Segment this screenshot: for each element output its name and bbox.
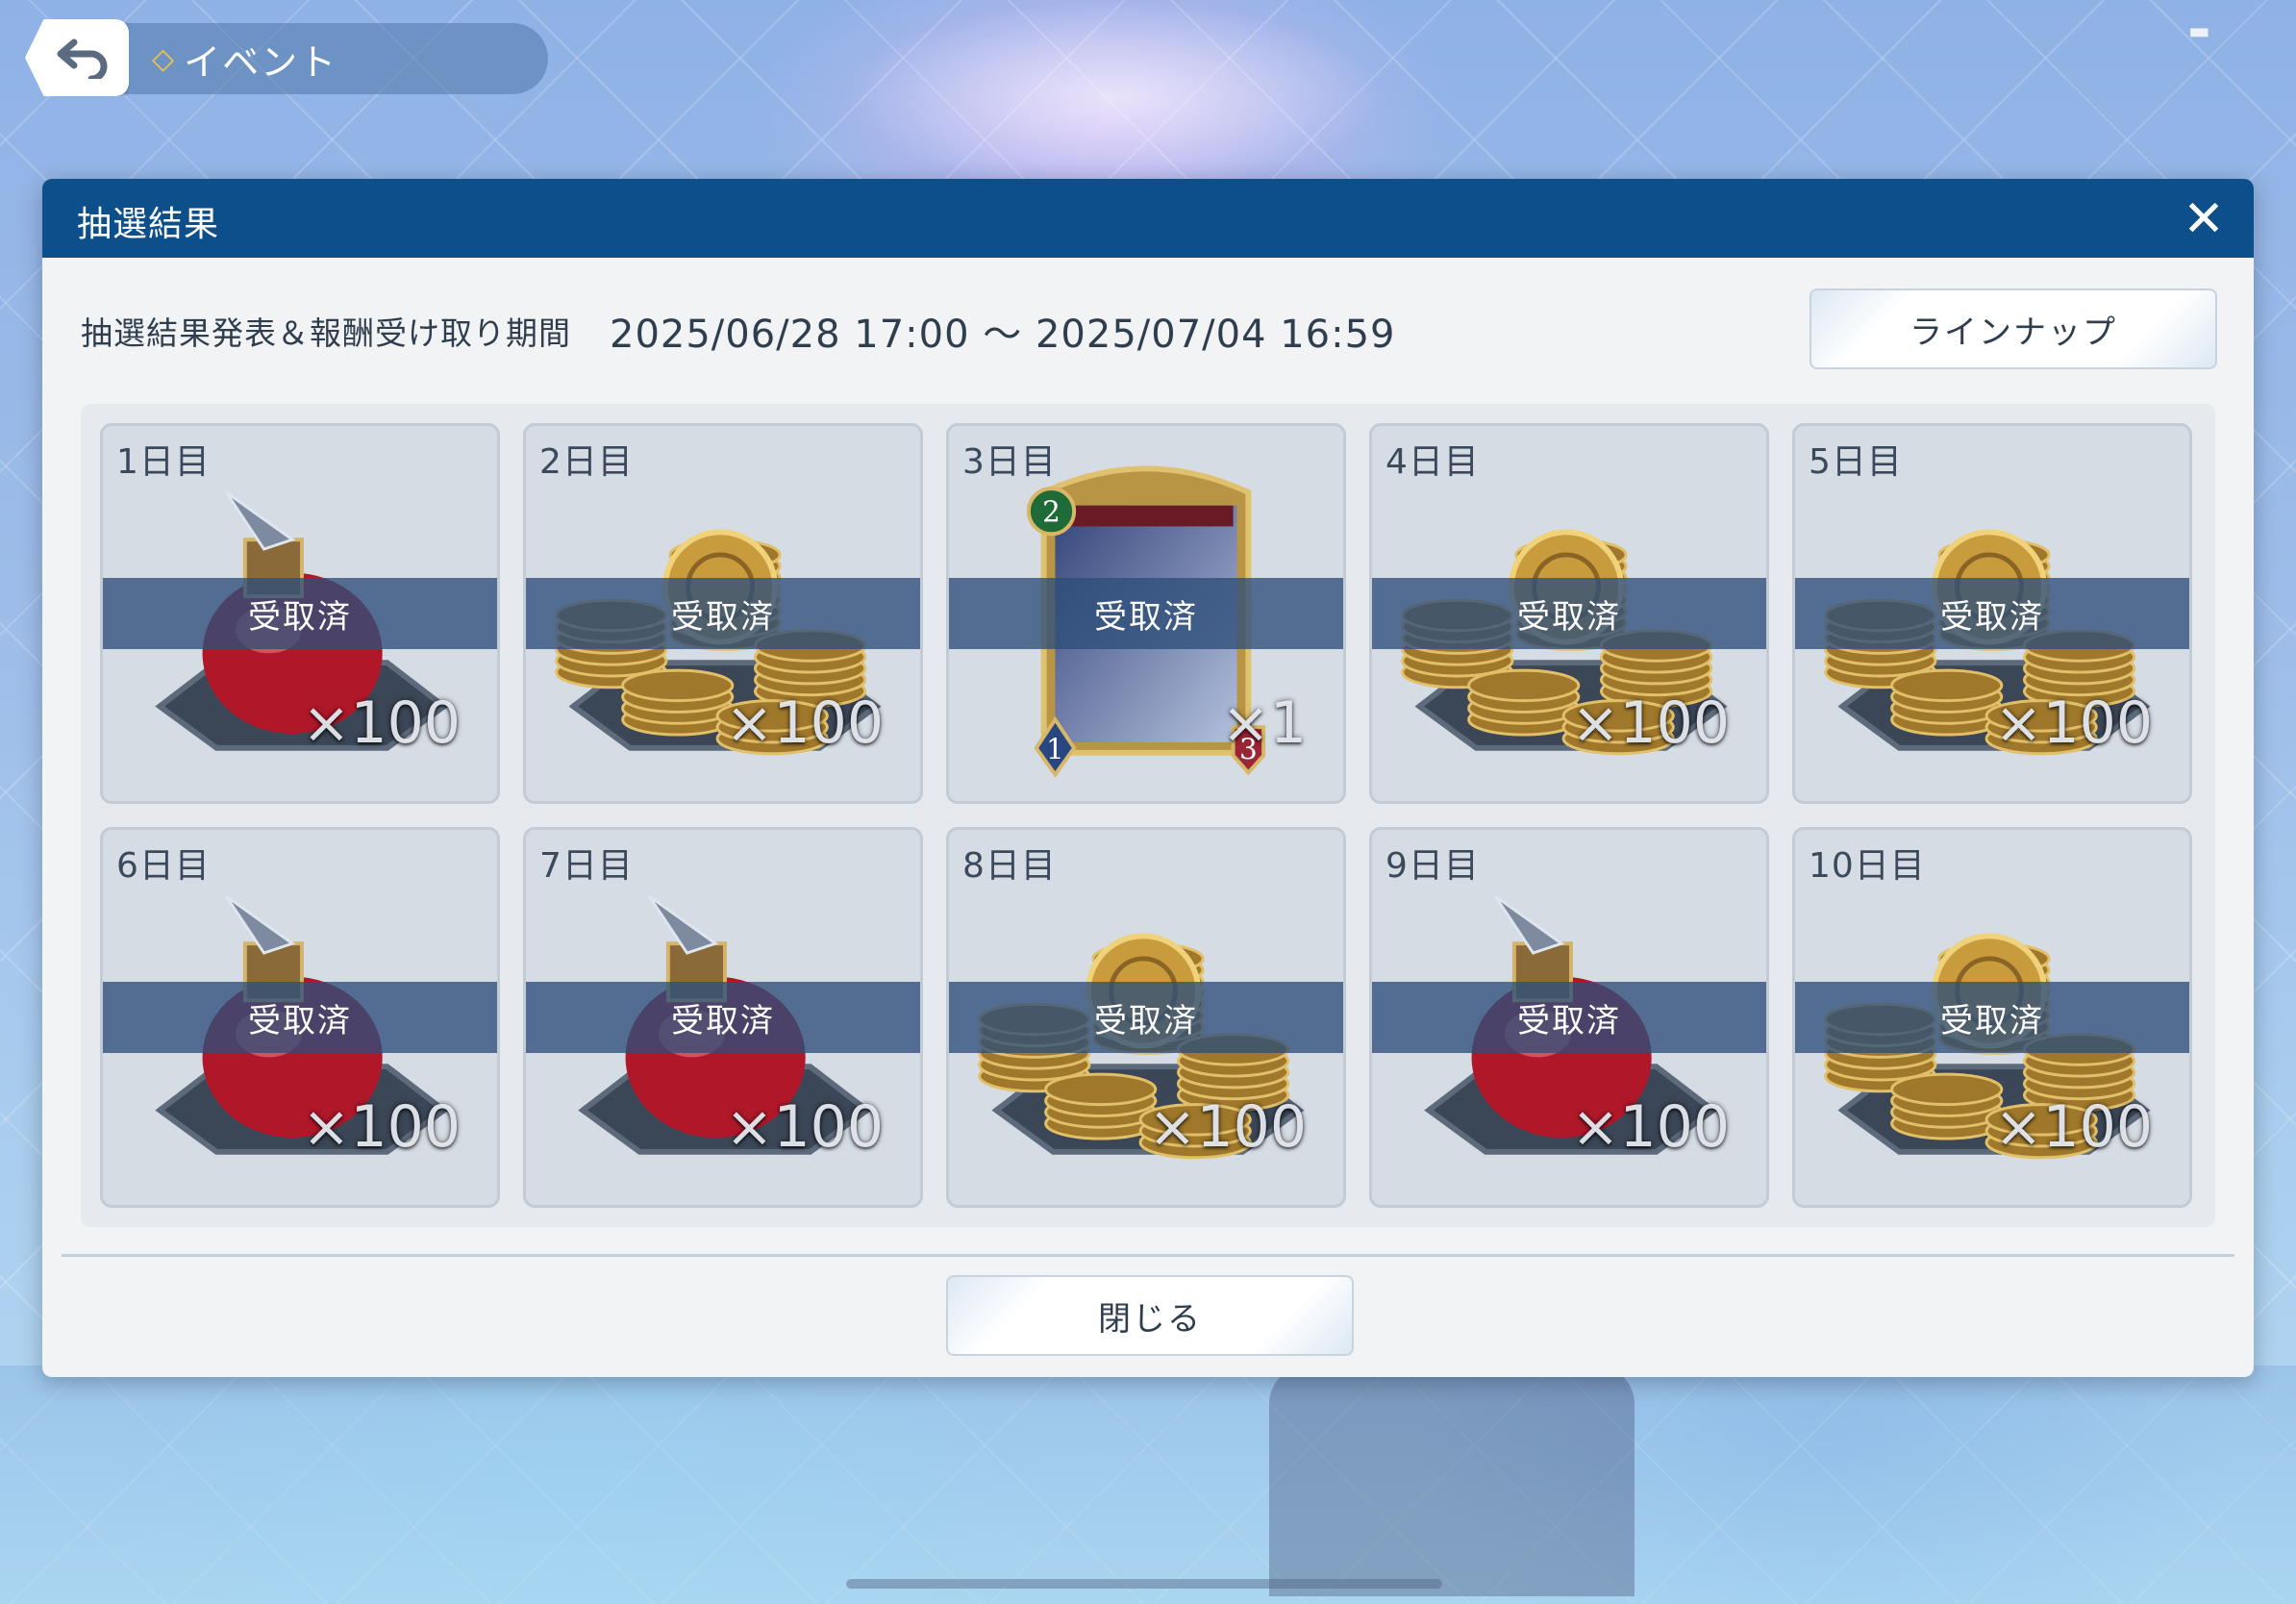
background-floor: [0, 1366, 2296, 1604]
close-icon[interactable]: ✕: [2177, 192, 2231, 246]
period-row: 抽選結果発表＆報酬受け取り期間 2025/06/28 17:00 ～ 2025/…: [81, 304, 1396, 358]
lottery-result-dialog: 抽選結果 ✕ 抽選結果発表＆報酬受け取り期間 2025/06/28 17:00 …: [42, 179, 2254, 1377]
day-label: 3日目: [962, 442, 1057, 482]
home-indicator: [846, 1579, 1442, 1589]
reward-card[interactable]: 5日目受取済 ×100: [1792, 423, 2192, 804]
reward-card[interactable]: 9日目受取済 ×100: [1369, 827, 1769, 1208]
claimed-status: 受取済: [103, 578, 497, 649]
claimed-status: 受取済: [103, 982, 497, 1053]
reward-quantity: ×100: [1148, 1093, 1307, 1161]
reward-card[interactable]: 2 1 3 3日目 受取済 ×1: [946, 423, 1346, 804]
reward-card[interactable]: 4日目受取済 ×100: [1369, 423, 1769, 804]
claimed-status: 受取済: [526, 578, 920, 649]
day-label: 7日目: [539, 846, 634, 886]
reward-quantity: ×100: [302, 689, 461, 757]
divider: [62, 1254, 2234, 1257]
reward-quantity: ×100: [302, 1093, 461, 1161]
diamond-icon: ◇: [152, 41, 177, 76]
reward-card[interactable]: 1日目受取済 ×100: [100, 423, 500, 804]
screen-title: ◇ イベント: [152, 33, 337, 85]
back-button[interactable]: [25, 19, 129, 96]
lineup-button[interactable]: ラインナップ: [1809, 288, 2217, 369]
background-glow: [846, 0, 1385, 192]
reward-quantity: ×100: [1571, 1093, 1730, 1161]
day-label: 5日目: [1809, 442, 1903, 482]
claimed-status: 受取済: [526, 982, 920, 1053]
claimed-status: 受取済: [1372, 578, 1766, 649]
day-label: 4日目: [1385, 442, 1480, 482]
claimed-status: 受取済: [949, 982, 1343, 1053]
period-value: 2025/06/28 17:00 ～ 2025/07/04 16:59: [610, 313, 1396, 357]
dialog-title: 抽選結果: [77, 205, 220, 244]
day-label: 2日目: [539, 442, 634, 482]
day-label: 8日目: [962, 846, 1057, 886]
svg-text:2: 2: [1042, 495, 1061, 528]
reward-quantity: ×100: [1571, 689, 1730, 757]
screen-title-text: イベント: [184, 40, 338, 84]
reward-quantity: ×100: [725, 1093, 884, 1161]
reward-quantity: ×100: [725, 689, 884, 757]
reward-card[interactable]: 8日目受取済 ×100: [946, 827, 1346, 1208]
claimed-status: 受取済: [1372, 982, 1766, 1053]
close-button[interactable]: 閉じる: [946, 1275, 1354, 1356]
claimed-status: 受取済: [1795, 982, 2189, 1053]
reward-card[interactable]: 2日目受取済 ×100: [523, 423, 923, 804]
reward-quantity: ×100: [1994, 1093, 2153, 1161]
day-label: 1日目: [116, 442, 211, 482]
claimed-status: 受取済: [949, 578, 1343, 649]
reward-grid: 1日目 受取済 ×100 2日目 受取済 ×100 2 1 3 3日目 受取済 ×1 4日目 受取済 ×10…: [81, 404, 2215, 1227]
reward-card[interactable]: 10日目受取済 ×100: [1792, 827, 2192, 1208]
reward-card[interactable]: 6日目受取済 ×100: [100, 827, 500, 1208]
svg-text:1: 1: [1046, 734, 1064, 766]
reward-card[interactable]: 7日目受取済 ×100: [523, 827, 923, 1208]
period-label: 抽選結果発表＆報酬受け取り期間: [81, 314, 571, 352]
day-label: 6日目: [116, 846, 211, 886]
back-arrow-icon: [57, 38, 108, 79]
menu-icon[interactable]: ▬: [2188, 17, 2242, 44]
background-object: [1269, 1366, 1635, 1596]
day-label: 10日目: [1809, 846, 1926, 886]
reward-quantity: ×1: [1221, 689, 1307, 757]
day-label: 9日目: [1385, 846, 1480, 886]
reward-quantity: ×100: [1994, 689, 2153, 757]
claimed-status: 受取済: [1795, 578, 2189, 649]
dialog-header: 抽選結果 ✕: [42, 179, 2254, 258]
